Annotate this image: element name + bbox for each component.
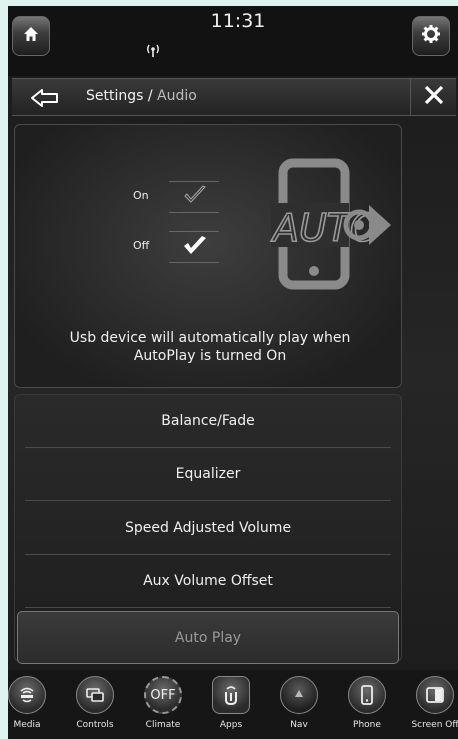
phone-icon xyxy=(348,676,386,714)
breadcrumb-current: Audio xyxy=(157,88,197,104)
home-icon xyxy=(22,25,40,47)
close-icon xyxy=(424,85,444,109)
off-label: Off xyxy=(133,239,150,252)
audio-settings-menu: Balance/Fade Equalizer Speed Adjusted Vo… xyxy=(14,394,402,664)
dock-media[interactable]: Media xyxy=(8,676,58,738)
gear-icon xyxy=(421,24,441,48)
close-button[interactable] xyxy=(410,79,457,115)
dock-label-media: Media xyxy=(13,720,41,730)
description-line-2: AutoPlay is turned On xyxy=(133,348,287,364)
autoplay-off-option[interactable]: Off xyxy=(129,231,239,263)
dock-label-nav: Nav xyxy=(290,720,308,730)
autoplay-description: Usb device will automatically play when … xyxy=(35,329,385,365)
media-icon xyxy=(8,676,46,714)
dock-screen-off[interactable]: Screen Off xyxy=(404,676,458,738)
breadcrumb: Settings / Audio xyxy=(86,88,197,104)
dock-phone[interactable]: Phone xyxy=(336,676,398,738)
apps-icon xyxy=(212,676,250,714)
autoplay-on-option[interactable]: On xyxy=(129,181,239,213)
dock-climate[interactable]: OFF Climate xyxy=(132,676,194,738)
check-outline-icon xyxy=(184,185,206,203)
dock-apps[interactable]: Apps xyxy=(200,676,262,738)
menu-item-aux-volume-offset[interactable]: Aux Volume Offset xyxy=(25,555,391,608)
status-bar: 11:31 xyxy=(8,6,458,76)
on-label: On xyxy=(133,189,149,202)
wireless-signal-icon xyxy=(143,42,163,62)
menu-item-speed-adjusted-volume[interactable]: Speed Adjusted Volume xyxy=(25,502,391,555)
controls-icon xyxy=(76,676,114,714)
dock-label-screen-off: Screen Off xyxy=(411,720,458,730)
dock-label-climate: Climate xyxy=(145,720,181,730)
dock-nav[interactable]: Nav xyxy=(268,676,330,738)
description-line-1: Usb device will automatically play when xyxy=(69,330,351,346)
back-arrow-icon xyxy=(30,89,60,113)
settings-button[interactable] xyxy=(412,16,450,56)
on-checkbox[interactable] xyxy=(169,181,219,213)
climate-off-icon: OFF xyxy=(144,676,182,714)
dock-label-controls: Controls xyxy=(76,720,114,730)
dock-label-apps: Apps xyxy=(219,720,243,730)
nav-icon xyxy=(280,676,318,714)
home-button[interactable] xyxy=(12,16,50,56)
autoplay-panel: On Off AUTO Usb device will automaticall… xyxy=(14,124,402,388)
head-unit-screen: 11:31 Settings / Audio On Off AUTO Usb d… xyxy=(8,6,458,739)
dock-label-phone: Phone xyxy=(353,720,381,730)
screen-off-icon xyxy=(416,676,454,714)
breadcrumb-parent[interactable]: Settings xyxy=(86,88,143,104)
dock-controls[interactable]: Controls xyxy=(64,676,126,738)
check-filled-icon xyxy=(184,236,206,254)
off-checkbox[interactable] xyxy=(169,231,219,263)
back-button[interactable] xyxy=(30,87,70,109)
title-bar: Settings / Audio xyxy=(12,78,456,116)
autoplay-phone-icon: AUTO xyxy=(269,158,391,290)
menu-item-balance-fade[interactable]: Balance/Fade xyxy=(25,395,391,448)
bottom-dock: Media Controls OFF Climate Apps Nav Phon… xyxy=(8,670,458,739)
breadcrumb-separator: / xyxy=(143,88,158,104)
menu-item-equalizer[interactable]: Equalizer xyxy=(25,448,391,501)
clock: 11:31 xyxy=(210,10,266,32)
menu-item-auto-play[interactable]: Auto Play xyxy=(17,611,399,664)
